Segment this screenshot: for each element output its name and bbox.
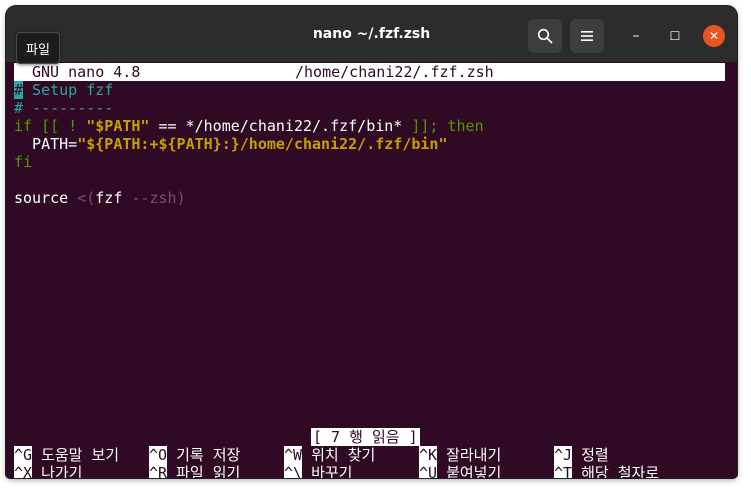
text-cursor: # xyxy=(14,81,24,99)
minimize-button[interactable]: – xyxy=(624,24,648,48)
minimize-icon: – xyxy=(632,28,640,44)
code-line-7[interactable]: source <(fzf --zsh) xyxy=(14,189,186,207)
code-line-3[interactable]: if [[ ! "$PATH" == */home/chani22/.fzf/b… xyxy=(14,117,484,135)
shortcut-exit[interactable]: ^X 나가기 xyxy=(14,464,82,478)
path-assignment: PATH= xyxy=(14,135,78,153)
code-comment: Setup fzf xyxy=(23,81,114,99)
process-substitution: <( xyxy=(77,189,96,207)
shortcut-to-spell[interactable]: ^T 해당 철자로 xyxy=(554,464,659,478)
title-bar[interactable]: nano ~/.fzf.zsh – ☐ ✕ xyxy=(6,6,737,62)
path-string: "${PATH:+${PATH}:}/home/chani22/.fzf/bin… xyxy=(77,135,448,153)
nano-file-path: /home/chani22/.fzf.zsh xyxy=(295,63,494,81)
nano-version: GNU nano 4.8 xyxy=(32,63,141,81)
shortcut-write-out[interactable]: ^O 기록 저장 xyxy=(149,446,240,464)
code-line-5[interactable]: fi xyxy=(14,153,32,171)
shortcut-cut[interactable]: ^K 잘라내기 xyxy=(419,446,501,464)
maximize-button[interactable]: ☐ xyxy=(663,24,687,48)
hamburger-menu-icon xyxy=(581,31,593,41)
terminal-area[interactable]: GNU nano 4.8 /home/chani22/.fzf.zsh # Se… xyxy=(14,63,730,478)
menu-button[interactable] xyxy=(570,19,604,53)
shortcut-help[interactable]: ^G 도움말 보기 xyxy=(14,446,119,464)
terminal-window: nano ~/.fzf.zsh – ☐ ✕ 파일 GNU nano 4.8 /h… xyxy=(6,6,737,478)
keyword-then: ]]; then xyxy=(411,117,484,135)
status-message: [ 7 행 읽음 ] xyxy=(311,428,420,446)
search-button[interactable] xyxy=(528,19,562,53)
string-path-var: "$PATH" xyxy=(86,117,150,135)
file-tooltip: 파일 xyxy=(16,32,60,64)
code-line-4[interactable]: PATH="${PATH:+${PATH}:}/home/chani22/.fz… xyxy=(14,135,447,153)
shortcut-replace[interactable]: ^\ 바꾸기 xyxy=(284,464,352,478)
shortcut-justify[interactable]: ^J 정렬 xyxy=(554,446,609,464)
search-icon xyxy=(537,28,553,44)
source-command: source xyxy=(14,189,78,207)
close-icon: ✕ xyxy=(708,29,720,43)
close-button[interactable]: ✕ xyxy=(703,25,725,47)
keyword-if: if [[ ! xyxy=(14,117,87,135)
shortcut-paste[interactable]: ^U 붙여넣기 xyxy=(419,464,501,478)
nano-header-bar: GNU nano 4.8 /home/chani22/.fzf.zsh xyxy=(14,63,725,81)
condition-text: == */home/chani22/.fzf/bin* xyxy=(149,117,412,135)
code-line-1[interactable]: # Setup fzf xyxy=(14,81,113,99)
code-line-2[interactable]: # --------- xyxy=(14,99,113,117)
fzf-command: fzf xyxy=(95,189,132,207)
shortcut-read-file[interactable]: ^R 파일 읽기 xyxy=(149,464,240,478)
close-paren: ) xyxy=(176,189,186,207)
maximize-icon: ☐ xyxy=(669,29,681,43)
zsh-flag: --zsh xyxy=(131,189,177,207)
shortcut-bar: ^G 도움말 보기 ^O 기록 저장 ^W 위치 찾기 ^K 잘라내기 ^J 정렬 ^X 나… xyxy=(14,446,730,478)
shortcut-where-is[interactable]: ^W 위치 찾기 xyxy=(284,446,375,464)
